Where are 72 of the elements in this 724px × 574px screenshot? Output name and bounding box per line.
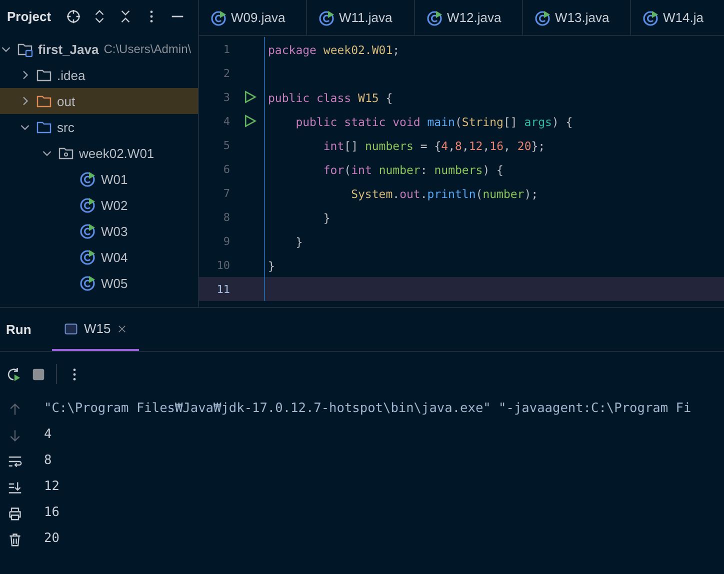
code-line: } (322, 210, 330, 224)
code-line: System.out.println(number); (350, 186, 538, 200)
package-icon (58, 145, 74, 161)
line-number: 10 (216, 258, 230, 272)
run-icon (243, 114, 257, 128)
code-line: public static void main(String[] args) { (294, 114, 573, 128)
code-line: } (268, 258, 275, 272)
run-tab[interactable]: W15 (52, 308, 139, 351)
code-line: package week02.W01; (268, 42, 400, 56)
crosshair-icon[interactable] (66, 8, 82, 24)
line-number: 7 (223, 186, 230, 200)
line-number: 2 (223, 66, 230, 80)
code-line: } (294, 234, 303, 248)
rerun-icon[interactable] (6, 366, 21, 382)
editor-tab[interactable]: W12.java (415, 0, 523, 35)
tree-item[interactable]: first_Java C:\Users\Admin\ (0, 36, 198, 62)
console-line: 12 (44, 478, 60, 496)
editor-tab[interactable]: W14.ja (631, 0, 724, 35)
tree-item[interactable]: W01 (0, 166, 198, 192)
line-number: 9 (223, 234, 230, 248)
code-line: for(int number: numbers) { (322, 162, 504, 176)
line-number: 4 (223, 114, 230, 128)
editor-tab[interactable]: W13.java (523, 0, 631, 35)
scroll-to-end-icon[interactable] (8, 480, 22, 495)
folder-icon (17, 41, 33, 57)
code-line: public class W15 { (268, 90, 393, 104)
class-icon (80, 197, 96, 213)
run-icon (243, 90, 257, 104)
class-icon (80, 223, 96, 239)
class-icon (211, 10, 227, 26)
console-icon (64, 322, 78, 336)
class-icon (80, 171, 96, 187)
class-icon (319, 10, 335, 26)
tree-item[interactable]: out (0, 88, 198, 114)
class-icon (80, 249, 96, 265)
up-arrow-icon[interactable] (8, 402, 22, 417)
stop-icon[interactable] (31, 366, 46, 382)
class-icon (80, 275, 96, 291)
console-line: 16 (44, 504, 60, 522)
tree-item[interactable]: .idea (0, 62, 198, 88)
folder-icon (36, 93, 52, 109)
class-icon (427, 10, 443, 26)
line-number: 11 (216, 282, 230, 296)
tree-item[interactable]: W04 (0, 244, 198, 270)
tree-item[interactable]: W02 (0, 192, 198, 218)
line-number: 6 (223, 162, 230, 176)
close-icon[interactable] (116, 324, 127, 334)
code-line: int[] numbers = {4,8,12,16, 20}; (322, 138, 546, 152)
console-line: 8 (44, 452, 53, 470)
wrap-icon[interactable] (8, 454, 22, 469)
console-line: "C:\Program Files₩Java₩jdk-17.0.12.7-hotspot\bin\java.exe" "-javaagent:C:\Program Fi (44, 400, 692, 418)
panel-title: Run (5, 322, 32, 337)
folder-icon (36, 119, 52, 135)
editor-tab[interactable]: W09.java (199, 0, 307, 35)
tree-item[interactable]: week02.W01 (0, 140, 198, 166)
console-line: 4 (44, 426, 53, 444)
line-number: 1 (223, 42, 230, 56)
panel-title: Project (7, 8, 52, 24)
tree-item[interactable]: src (0, 114, 198, 140)
class-icon (643, 10, 659, 26)
class-icon (535, 10, 551, 26)
tree-item[interactable]: W03 (0, 218, 198, 244)
editor-tab[interactable]: W11.java (307, 0, 415, 35)
console-line: 20 (44, 530, 60, 548)
line-number: 8 (223, 210, 230, 224)
tree-item[interactable]: W05 (0, 270, 198, 296)
trash-icon[interactable] (8, 532, 22, 547)
print-icon[interactable] (8, 506, 22, 521)
down-arrow-icon[interactable] (8, 428, 22, 443)
line-number: 5 (223, 138, 230, 152)
line-number: 3 (223, 90, 230, 104)
folder-icon (36, 67, 52, 83)
